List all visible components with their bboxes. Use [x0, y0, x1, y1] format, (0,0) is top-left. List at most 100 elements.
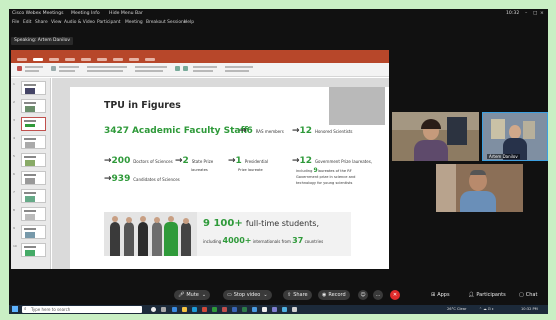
- menu-view[interactable]: View: [51, 20, 61, 25]
- menu-breakout-sessions[interactable]: Breakout Sessions: [146, 20, 186, 25]
- teams-taskbar-icon[interactable]: [272, 307, 277, 312]
- close-icon: ✕: [392, 292, 398, 298]
- record-button[interactable]: ◉ Record: [318, 290, 350, 300]
- doctors-stat: →200 Doctors of Sciences: [104, 156, 173, 166]
- slide-thumbnail[interactable]: [21, 189, 46, 203]
- minimize-icon[interactable]: –: [525, 11, 527, 16]
- menu-participant[interactable]: Participant: [97, 20, 121, 25]
- menu-file[interactable]: File: [12, 20, 19, 25]
- menu-audio-video[interactable]: Audio & Video: [64, 20, 95, 25]
- speaking-indicator: Speaking: Artem Danilov: [11, 37, 74, 45]
- menu-share[interactable]: Share: [35, 20, 48, 25]
- close-icon[interactable]: ×: [540, 11, 544, 16]
- cortana-icon[interactable]: [151, 307, 156, 312]
- task-view-icon[interactable]: [161, 307, 166, 312]
- taskbar-clock[interactable]: 10:32 PM: [521, 307, 538, 311]
- new-slide-icon[interactable]: [51, 66, 56, 71]
- meeting-controls-bar: 🎤︎ Mute ⌄ ▭ Stop video ⌄ ⇪ Share ◉ Record ☺ … …: [9, 285, 548, 305]
- ppt-tab[interactable]: [81, 58, 91, 61]
- slide-thumbnails-pane: 1 2 3 4 5 6 7 8 9 10: [11, 78, 51, 269]
- slide-title: TPU in Figures: [104, 100, 181, 111]
- slide-thumbnail[interactable]: [21, 207, 46, 221]
- edge-icon[interactable]: [172, 307, 177, 312]
- ppt-tab[interactable]: [113, 58, 123, 61]
- menu-help[interactable]: Help: [184, 20, 194, 25]
- chat-button[interactable]: ▢ Chat: [515, 290, 541, 300]
- presidential-label-2: Prize laureate: [238, 168, 263, 172]
- mute-button[interactable]: 🎤︎ Mute ⌄: [174, 290, 211, 300]
- participant-video-woman[interactable]: [392, 112, 479, 161]
- chrome-taskbar-icon[interactable]: [262, 307, 267, 312]
- word-taskbar-icon[interactable]: [232, 307, 237, 312]
- taskbar-search-box[interactable]: ⌕ Type here to search: [22, 306, 142, 313]
- microphone-icon: 🎤︎: [178, 292, 185, 298]
- international-stat: including 4000+ internationals from 37 c…: [203, 236, 324, 245]
- students-stat: 9 100+ full-time students,: [203, 218, 320, 229]
- participants-button[interactable]: 👤︎ Participants: [464, 290, 510, 300]
- arrange-icon[interactable]: [183, 66, 188, 71]
- menu-meeting[interactable]: Meeting: [125, 20, 143, 25]
- shared-powerpoint-window: 1 2 3 4 5 6 7 8 9 10 TPU in Figures 3427…: [11, 50, 389, 269]
- store-icon[interactable]: [192, 307, 197, 312]
- presidential-stat: →1 Presidential: [228, 156, 269, 166]
- reactions-button[interactable]: ☺: [358, 290, 368, 300]
- hide-menu-bar-button[interactable]: Hide Menu Bar: [109, 11, 143, 16]
- ppt-tab[interactable]: [65, 58, 75, 61]
- search-placeholder: Type here to search: [31, 307, 71, 312]
- participant-video-artem-danilov[interactable]: Artem Danilov: [482, 112, 548, 161]
- students-photo: [104, 212, 197, 256]
- ppt-tab[interactable]: [49, 58, 59, 61]
- file-explorer-icon[interactable]: [182, 307, 187, 312]
- skype-taskbar-icon[interactable]: [282, 307, 287, 312]
- chat-icon: ▢: [519, 292, 524, 298]
- ppt-tab-home[interactable]: [33, 58, 43, 61]
- honored-stat: →12 Honored Scientists: [292, 126, 353, 136]
- participant-name-tag: Artem Danilov: [487, 154, 520, 159]
- apps-button[interactable]: ⊞ Apps: [427, 290, 454, 300]
- ppt-tab[interactable]: [17, 58, 27, 61]
- slide-editing-area: TPU in Figures 3427 Academic Faculty Sta…: [52, 78, 389, 269]
- current-slide: TPU in Figures 3427 Academic Faculty Sta…: [70, 87, 389, 269]
- shapes-icon[interactable]: [175, 66, 180, 71]
- slide-thumbnail[interactable]: [21, 243, 46, 257]
- webex-taskbar-icon[interactable]: [212, 307, 217, 312]
- stop-video-button[interactable]: ▭ Stop video ⌄: [223, 290, 272, 300]
- menu-edit[interactable]: Edit: [23, 20, 32, 25]
- gov-prize-sub-3: technology for young scientists: [296, 181, 353, 185]
- ras-stat: →6 RAS members: [239, 126, 284, 136]
- slide-thumbnail[interactable]: [21, 135, 46, 149]
- ppt-tab[interactable]: [145, 58, 155, 61]
- participant-video-man[interactable]: [436, 164, 523, 212]
- ppt-tab[interactable]: [129, 58, 139, 61]
- smiley-icon: ☺: [360, 292, 366, 298]
- outlook-taskbar-icon[interactable]: [252, 307, 257, 312]
- leave-meeting-button[interactable]: ✕: [390, 290, 400, 300]
- slide-thumbnail-selected[interactable]: [21, 117, 46, 131]
- slide-thumbnail[interactable]: [21, 153, 46, 167]
- windows-start-icon[interactable]: [12, 306, 18, 312]
- slide-thumbnail[interactable]: [21, 99, 46, 113]
- more-options-button[interactable]: …: [373, 290, 383, 300]
- slide-thumbnail[interactable]: [21, 81, 46, 95]
- faculty-stat: 3427 Academic Faculty Staff: [104, 126, 248, 136]
- tray-icons[interactable]: ⌃ ☁ ⊡ 🔈︎: [479, 307, 494, 311]
- share-button[interactable]: ⇪ Share: [283, 290, 312, 300]
- meeting-info-link[interactable]: Meeting Info: [71, 11, 100, 16]
- slide-thumbnail[interactable]: [21, 171, 46, 185]
- ppt-tab[interactable]: [97, 58, 107, 61]
- weather-indicator[interactable]: 26°C Clear: [447, 307, 466, 311]
- powerpoint-taskbar-icon[interactable]: [222, 307, 227, 312]
- share-icon: ⇪: [287, 292, 292, 298]
- slide-thumbnail[interactable]: [21, 225, 46, 239]
- candidates-stat: →939 Candidates of Sciences: [104, 174, 180, 184]
- camera-icon: ▭: [227, 292, 232, 298]
- windows-taskbar: ⌕ Type here to search 26°C Clear ⌃ ☁ ⊡ 🔈…: [9, 305, 548, 314]
- maximize-icon[interactable]: □: [533, 11, 537, 16]
- webex-title-bar: Cisco Webex Meetings Meeting Info Hide M…: [9, 9, 548, 18]
- office-icon[interactable]: [202, 307, 207, 312]
- app-taskbar-icon[interactable]: [292, 307, 297, 312]
- paste-icon[interactable]: [17, 66, 22, 71]
- state-prize-stat: →2 State Prize: [175, 156, 214, 166]
- slide-decor-block: [329, 87, 385, 125]
- excel-taskbar-icon[interactable]: [242, 307, 247, 312]
